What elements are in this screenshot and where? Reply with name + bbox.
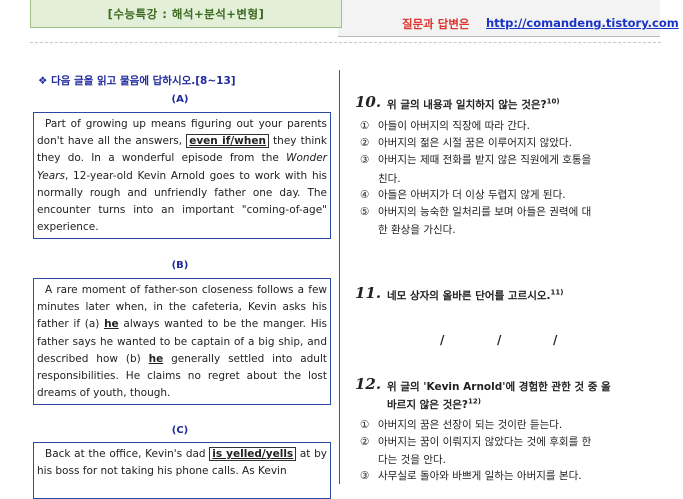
header-title: [수능특강 : 해석+분석+변형]	[107, 7, 265, 21]
q10-option-4[interactable]: ④ 아들은 아버지가 더 이상 두렵지 않게 된다.	[360, 187, 660, 204]
passage-a: Part of growing up means figuring out yo…	[33, 112, 331, 239]
q10-option-5-cont: 한 환상을 가신다.	[378, 224, 456, 236]
q12-text-line2: 바르지 않은 것은?12)	[387, 397, 481, 412]
q10-option-1[interactable]: ① 아들이 아버지의 직장에 따라 간다.	[360, 118, 660, 135]
choice-box-even-if-when: even if/when	[186, 134, 269, 149]
qa-label: 질문과 답변은	[402, 17, 470, 31]
q12-number: 12.	[355, 375, 382, 393]
q10-options: ① 아들이 아버지의 직장에 따라 간다. ② 아버지의 젊은 시절 꿈은 이루어지…	[360, 118, 660, 169]
blog-link[interactable]: http://comandeng.tistory.com	[486, 16, 679, 30]
passage-a-text-3: , 12-year-old Kevin Arnold goes to work …	[37, 169, 327, 234]
q10-question: 위 글의 내용과 일치하지 않는 것은?	[387, 99, 547, 111]
q12-text: 위 글의 'Kevin Arnold'에 경험한 관한 것 중 올	[387, 381, 611, 393]
q10-option-2[interactable]: ② 아버지의 젊은 시절 꿈은 이루어지지 않았다.	[360, 135, 660, 152]
q12-options-b: ③ 사무실로 돌아와 바쁘게 일하는 아버지를 본다.	[360, 468, 660, 485]
choice-box-yelled: is yelled/yells	[209, 447, 297, 461]
q11-number: 11.	[355, 284, 382, 302]
q10-options-b: ④ 아들은 아버지가 더 이상 두렵지 않게 된다. ⑤ 아버지의 능숙한 일처리를…	[360, 187, 660, 221]
q12-option-2-cont: 다는 것을 안다.	[378, 454, 446, 466]
q10-number: 10.	[355, 93, 382, 111]
q10-option-3[interactable]: ③ 아버지는 제때 전화를 받지 않은 직원에게 호통을	[360, 152, 660, 169]
q10-footnote: 10)	[546, 97, 560, 106]
q11-footnote: 11)	[550, 288, 564, 297]
passage-b-label: (B)	[171, 260, 189, 271]
q10-option-3-cont: 친다.	[378, 173, 401, 185]
q12-question-2: 바르지 않은 것은?	[387, 399, 469, 411]
underlined-he-b: he	[148, 352, 164, 365]
q11-text: 네모 상자의 올바른 단어를 고르시오.11)	[387, 288, 563, 303]
instruction: ❖ 다음 글을 읽고 물음에 답하시오.[8~13]	[38, 75, 236, 87]
answer-slash-2: /	[497, 333, 502, 347]
q12-footnote: 12)	[468, 397, 481, 406]
answer-slash-1: /	[440, 333, 445, 347]
q12-option-1[interactable]: ① 아버지의 꿈은 선장이 되는 것이란 듣는다.	[360, 417, 660, 434]
q10-text: 위 글의 내용과 일치하지 않는 것은?10)	[387, 97, 560, 112]
passage-b: A rare moment of father-son closeness fo…	[33, 278, 331, 405]
q11-question: 네모 상자의 올바른 단어를 고르시오.	[387, 290, 551, 302]
q12-options: ① 아버지의 꿈은 선장이 되는 것이란 듣는다. ② 아버지는 꿈이 이뤄지지 않…	[360, 417, 660, 451]
answer-slash-3: /	[553, 333, 558, 347]
header-divider	[30, 42, 661, 43]
passage-c: Back at the office, Kevin's dad is yelle…	[33, 442, 331, 499]
passage-a-label: (A)	[171, 94, 189, 105]
passage-c-text-1: Back at the office, Kevin's dad	[45, 448, 210, 460]
passage-c-label: (C)	[171, 425, 189, 436]
header-title-box: [수능특강 : 해석+분석+변형]	[30, 0, 342, 28]
q12-option-3[interactable]: ③ 사무실로 돌아와 바쁘게 일하는 아버지를 본다.	[360, 468, 660, 485]
underlined-he-a: he	[104, 318, 119, 331]
column-divider	[339, 70, 340, 484]
q10-option-5[interactable]: ⑤ 아버지의 능숙한 일처리를 보며 아들은 권력에 대	[360, 204, 660, 221]
q12-option-2[interactable]: ② 아버지는 꿈이 이뤄지지 않았다는 것에 후회를 한	[360, 434, 660, 451]
